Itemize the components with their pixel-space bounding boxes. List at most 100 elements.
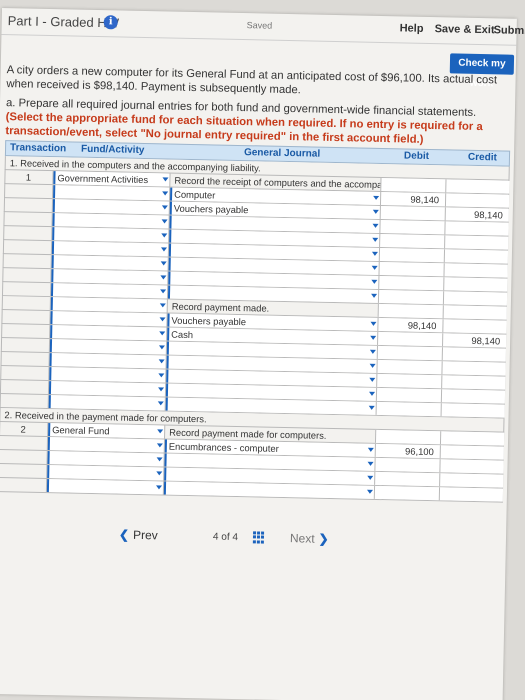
fund-select[interactable]	[49, 311, 167, 327]
debit-input[interactable]	[377, 303, 443, 319]
credit-input[interactable]	[439, 459, 504, 474]
debit-input[interactable]	[373, 485, 440, 501]
fund-select[interactable]	[51, 213, 169, 229]
dropdown-icon	[156, 457, 163, 462]
credit-value: 98,140	[473, 208, 503, 221]
credit-input[interactable]	[438, 487, 504, 502]
debit-input[interactable]	[376, 373, 442, 389]
debit-input[interactable]	[376, 359, 442, 375]
header-fund: Fund/Activity	[80, 143, 145, 157]
credit-input[interactable]	[442, 319, 507, 334]
fund-select[interactable]	[47, 395, 165, 411]
fund-select[interactable]	[49, 325, 167, 341]
debit-input[interactable]	[374, 429, 441, 445]
credit-input[interactable]	[441, 375, 506, 390]
fund-select[interactable]	[50, 241, 169, 257]
fund-select[interactable]	[46, 437, 164, 453]
fund-select[interactable]	[51, 199, 169, 215]
page-of: of	[221, 531, 230, 543]
credit-input[interactable]	[444, 235, 509, 250]
fund-select[interactable]	[48, 367, 166, 383]
dropdown-icon	[159, 303, 166, 308]
prev-button[interactable]: ❮ Prev	[119, 528, 158, 543]
credit-input[interactable]	[439, 431, 505, 446]
fund-select[interactable]	[49, 283, 168, 299]
dropdown-icon	[372, 209, 379, 214]
credit-input[interactable]	[439, 445, 504, 460]
credit-input[interactable]	[441, 361, 506, 376]
dropdown-icon	[367, 475, 374, 480]
debit-input[interactable]	[378, 261, 444, 277]
chevron-left-icon: ❮	[118, 527, 130, 542]
credit-input[interactable]	[443, 249, 509, 264]
transaction-number	[3, 283, 49, 284]
debit-input[interactable]	[377, 331, 443, 347]
fund-select[interactable]	[52, 185, 170, 201]
debit-input[interactable]: 98,140	[379, 191, 446, 207]
credit-input[interactable]	[443, 263, 508, 278]
fund-select[interactable]	[50, 269, 168, 285]
debit-input[interactable]: 96,100	[374, 443, 440, 459]
debit-input[interactable]: 98,140	[377, 317, 443, 333]
credit-input[interactable]: 98,140	[444, 207, 509, 222]
dropdown-icon	[160, 247, 168, 252]
credit-input[interactable]	[442, 305, 507, 320]
transaction-number: 2	[20, 423, 26, 435]
debit-input[interactable]	[375, 387, 442, 403]
credit-input[interactable]	[445, 179, 510, 194]
submit-button[interactable]: Submit	[494, 24, 525, 37]
debit-input[interactable]	[378, 247, 445, 263]
check-my-work-button[interactable]: Check my work	[449, 53, 515, 89]
credit-input[interactable]	[444, 221, 509, 236]
fund-select[interactable]: Government Activities	[52, 171, 170, 187]
fund-select[interactable]	[49, 297, 167, 313]
debit-input[interactable]	[379, 219, 445, 235]
debit-input[interactable]	[379, 205, 445, 221]
dropdown-icon	[368, 405, 375, 410]
transaction-number	[2, 353, 48, 354]
dropdown-icon	[158, 373, 165, 378]
credit-input[interactable]	[439, 473, 504, 488]
debit-input[interactable]	[376, 345, 442, 361]
fund-select[interactable]	[48, 339, 167, 355]
grid-icon[interactable]	[252, 531, 265, 544]
fund-select[interactable]	[51, 227, 169, 243]
debit-input[interactable]	[380, 177, 446, 193]
fund-select[interactable]	[50, 255, 168, 271]
credit-input[interactable]	[443, 277, 508, 292]
account-value: Record payment made for computers.	[169, 426, 327, 441]
debit-input[interactable]	[374, 457, 440, 473]
credit-input[interactable]	[444, 193, 510, 208]
credit-input[interactable]	[440, 389, 506, 404]
transaction-number	[1, 381, 47, 382]
fund-select[interactable]	[45, 479, 164, 495]
debit-input[interactable]	[377, 289, 444, 305]
fund-select[interactable]	[47, 381, 166, 397]
save-exit-button[interactable]: Save & Exit	[435, 23, 495, 36]
fund-value: Government Activities	[57, 172, 149, 186]
account-value: Computer	[174, 188, 216, 201]
debit-value: 98,140	[410, 193, 440, 206]
credit-input[interactable]	[440, 403, 505, 418]
credit-input[interactable]	[442, 291, 508, 306]
dropdown-icon	[367, 461, 374, 466]
part-title: Part I - Graded HW	[7, 13, 120, 31]
dropdown-icon	[368, 391, 376, 396]
dropdown-icon	[160, 289, 167, 294]
credit-input[interactable]	[441, 347, 506, 362]
debit-input[interactable]	[378, 275, 444, 291]
debit-input[interactable]	[379, 233, 445, 249]
fund-select[interactable]	[46, 451, 164, 467]
top-bar: Part I - Graded HW i Saved Help Save & E…	[1, 8, 525, 46]
fund-select[interactable]: General Fund	[47, 423, 165, 439]
dropdown-icon	[158, 345, 165, 350]
header-debit: Debit	[403, 150, 430, 162]
credit-input[interactable]: 98,140	[442, 333, 507, 348]
fund-select[interactable]	[48, 353, 166, 369]
next-button[interactable]: Next ❯	[290, 531, 329, 546]
dropdown-icon	[162, 177, 169, 182]
debit-input[interactable]	[375, 401, 441, 417]
fund-select[interactable]	[46, 465, 164, 481]
help-link[interactable]: Help	[400, 22, 424, 34]
debit-input[interactable]	[374, 471, 440, 487]
